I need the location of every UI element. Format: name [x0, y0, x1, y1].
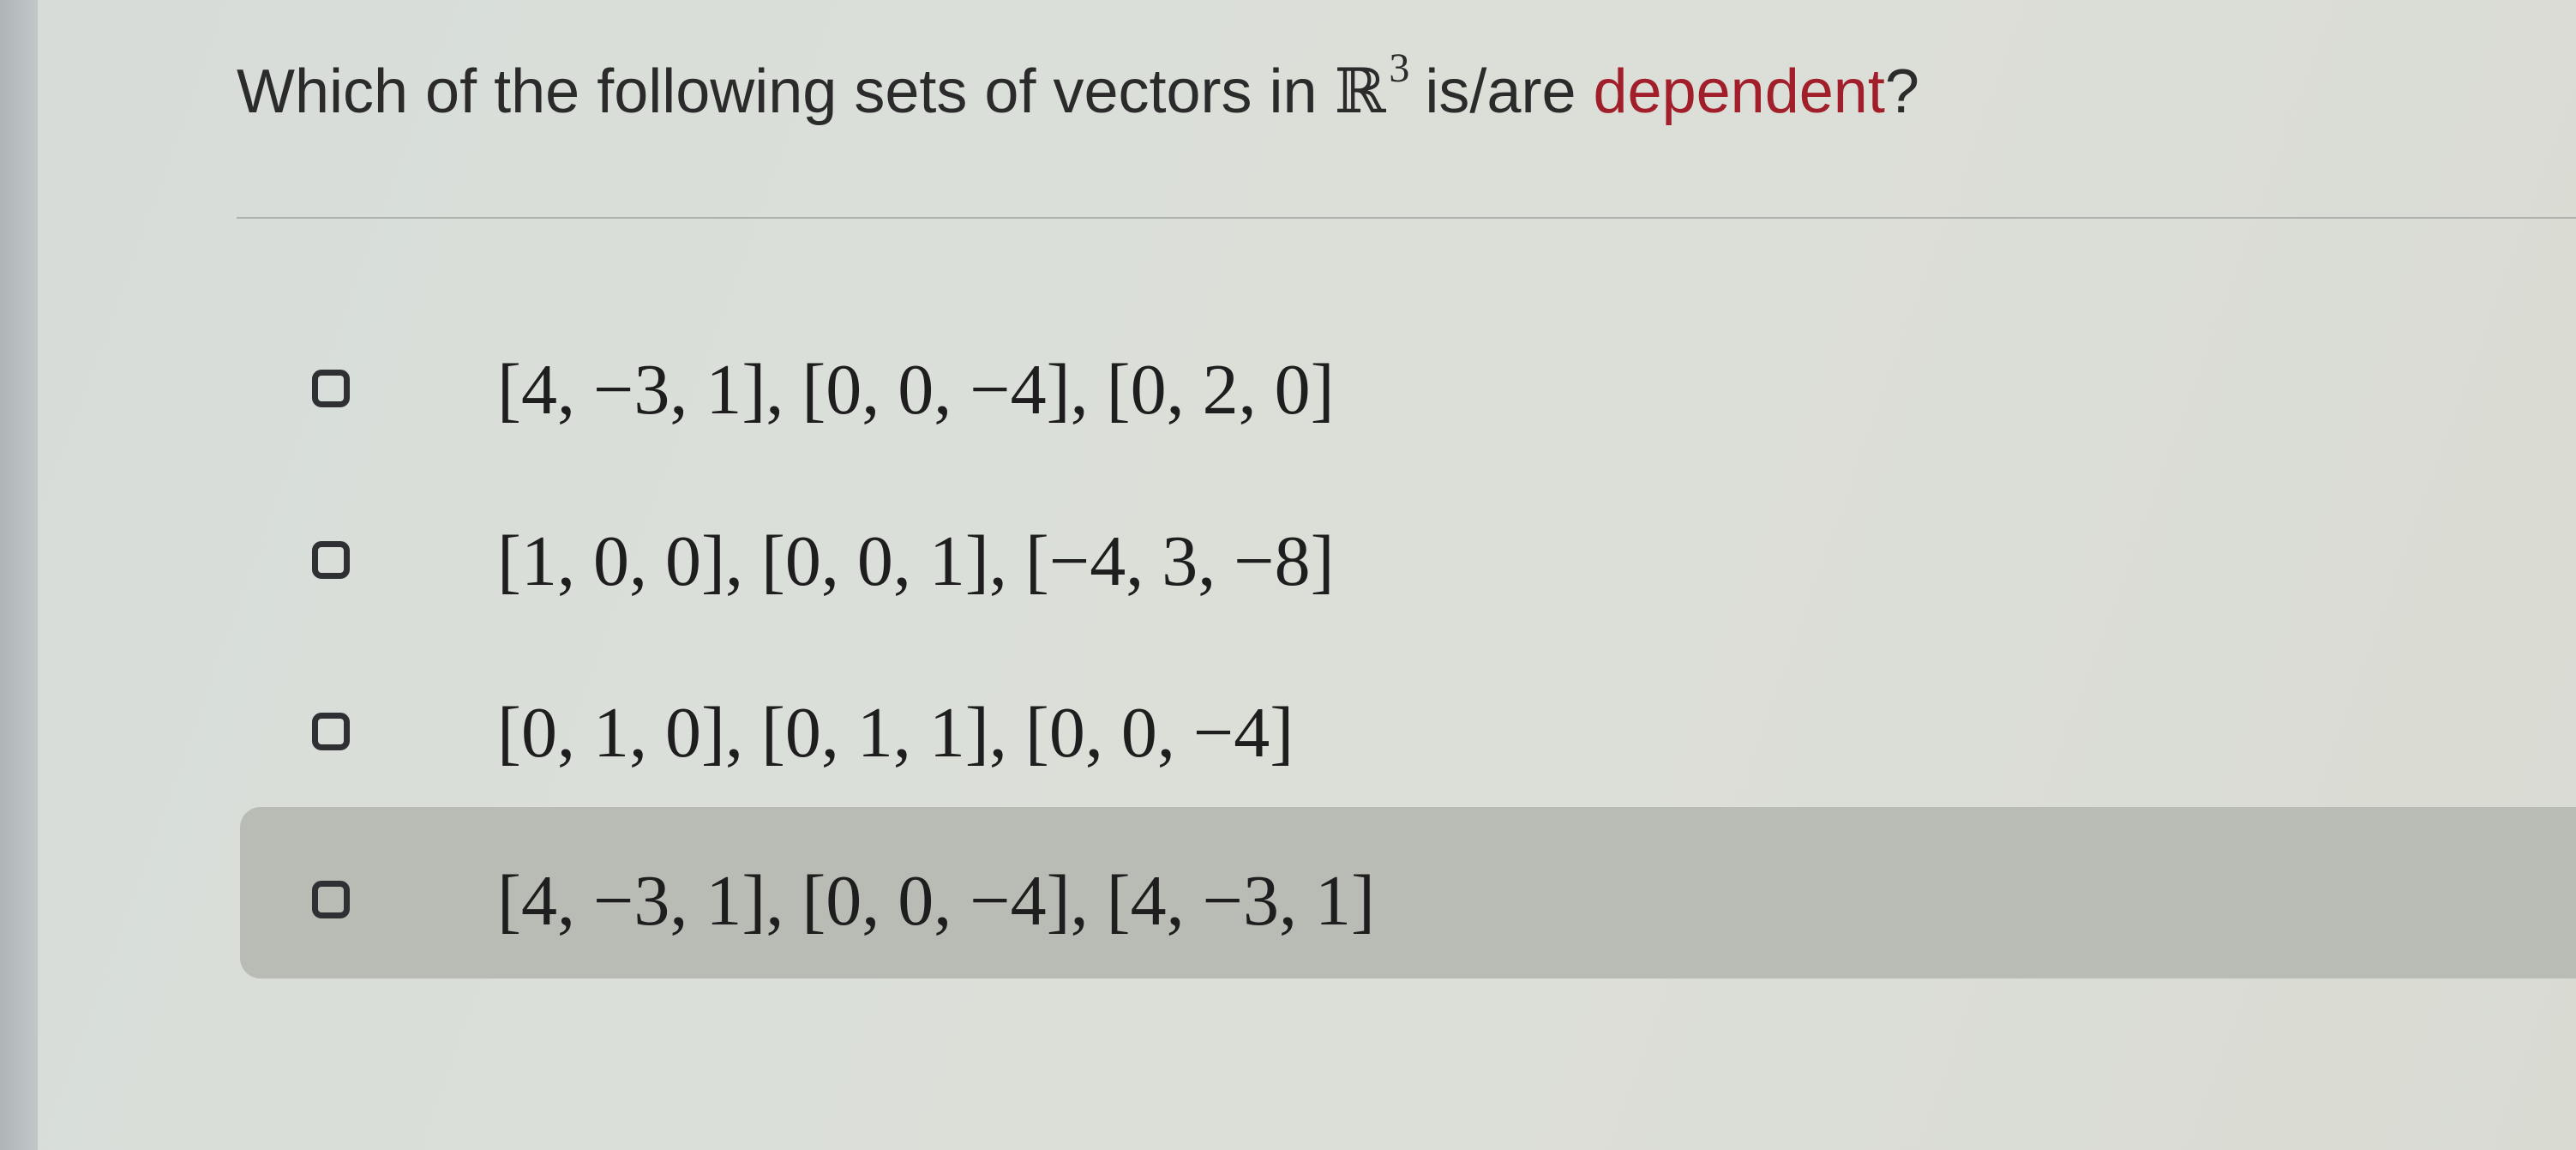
question-divider [237, 217, 2576, 219]
answer-option-2[interactable]: [1, 0, 0], [0, 0, 1], [−4, 3, −8] [240, 476, 2576, 647]
question-text-middle: is/are [1425, 57, 1576, 126]
question-page: Which of the following sets of vectors i… [38, 0, 2576, 1150]
option-label: [0, 1, 0], [0, 1, 1], [0, 0, −4] [497, 693, 1294, 773]
answer-option-3[interactable]: [0, 1, 0], [0, 1, 1], [0, 0, −4] [240, 647, 2576, 819]
left-edge-strip [0, 0, 38, 1150]
checkbox-icon[interactable] [312, 370, 350, 407]
real-space-symbol: ℝ [1334, 55, 1386, 127]
question-prompt: Which of the following sets of vectors i… [237, 48, 1919, 126]
option-label: [4, −3, 1], [0, 0, −4], [0, 2, 0] [497, 350, 1335, 430]
checkbox-icon[interactable] [312, 881, 350, 918]
checkbox-icon[interactable] [312, 713, 350, 750]
checkbox-icon[interactable] [312, 541, 350, 579]
question-text-before: Which of the following sets of vectors i… [237, 57, 1318, 126]
question-highlighted-word: dependent [1593, 57, 1885, 126]
option-label: [1, 0, 0], [0, 0, 1], [−4, 3, −8] [497, 521, 1335, 601]
space-exponent: 3 [1389, 45, 1410, 91]
answer-option-4[interactable]: [4, −3, 1], [0, 0, −4], [4, −3, 1] [240, 807, 2576, 978]
answer-option-1[interactable]: [4, −3, 1], [0, 0, −4], [0, 2, 0] [240, 304, 2576, 476]
question-text-after: ? [1884, 57, 1919, 126]
option-label: [4, −3, 1], [0, 0, −4], [4, −3, 1] [497, 861, 1375, 941]
